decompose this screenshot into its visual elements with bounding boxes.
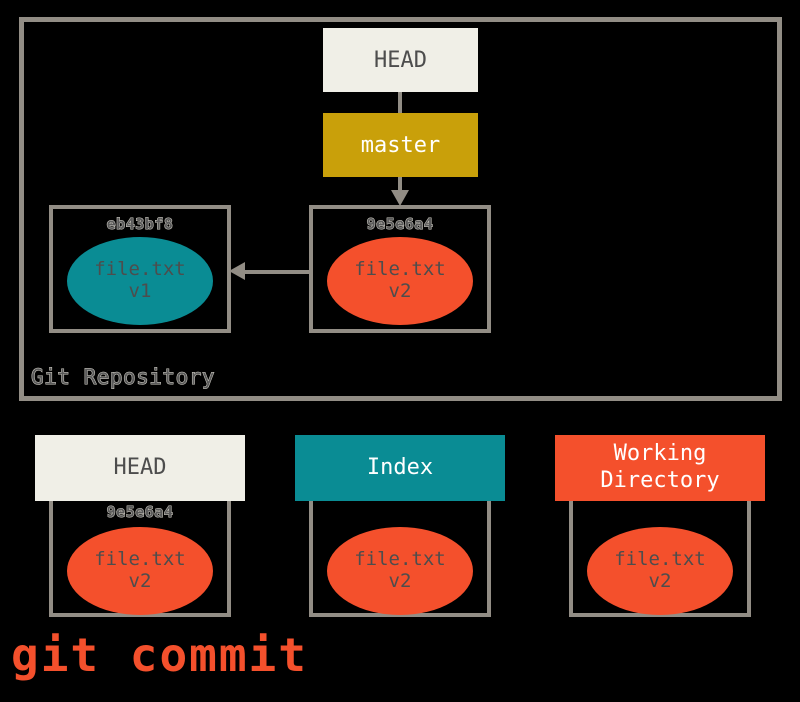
commit-box-9e5e6a4[interactable]: 9e5e6a4 file.txt v2: [309, 205, 491, 333]
blob-filename: file.txt: [94, 258, 186, 281]
commit-hash-label: 9e5e6a4: [366, 215, 434, 234]
panel-body-working-directory: file.txt v2: [569, 501, 751, 617]
head-ref-label: HEAD: [374, 47, 427, 73]
panel-body-index: file.txt v2: [309, 501, 491, 617]
commit-hash-label: eb43bf8: [106, 215, 174, 234]
panel-title-line2: Directory: [600, 468, 720, 493]
command-caption: git commit: [11, 628, 308, 682]
arrow-left-icon: [229, 262, 245, 280]
panel-title-line1: Working: [613, 441, 707, 467]
panel-body-head: 9e5e6a4 file.txt v2: [49, 501, 231, 617]
panel-header-working-directory[interactable]: Working Directory: [555, 435, 765, 501]
blob-file-v2: file.txt v2: [327, 237, 473, 325]
commit-box-eb43bf8[interactable]: eb43bf8 file.txt v1: [49, 205, 231, 333]
arrow-down-icon: [391, 190, 409, 206]
blob-version: v1: [128, 280, 152, 302]
blob-version: v2: [388, 280, 412, 302]
blob-file-v2: file.txt v2: [587, 527, 733, 615]
panel-header-head[interactable]: HEAD: [35, 435, 245, 501]
commit-parent-connector: [245, 270, 311, 274]
blob-filename: file.txt: [354, 258, 446, 281]
panel-title: HEAD: [113, 454, 167, 480]
blob-filename: file.txt: [354, 548, 446, 571]
blob-filename: file.txt: [94, 548, 186, 571]
panel-header-index[interactable]: Index: [295, 435, 505, 501]
master-ref-box[interactable]: master: [323, 113, 478, 177]
git-repository-label: Git Repository: [30, 365, 216, 390]
blob-file-v2: file.txt v2: [327, 527, 473, 615]
head-ref-box[interactable]: HEAD: [323, 28, 478, 92]
panel-title: Index: [366, 454, 434, 480]
blob-version: v2: [128, 570, 152, 592]
blob-file-v1: file.txt v1: [67, 237, 213, 325]
panel-hash-label: 9e5e6a4: [106, 503, 174, 522]
blob-filename: file.txt: [614, 548, 706, 571]
blob-version: v2: [388, 570, 412, 592]
blob-file-v2: file.txt v2: [67, 527, 213, 615]
master-ref-label: master: [360, 132, 441, 158]
diagram-canvas: Git Repository HEAD master eb43bf8 file.…: [0, 0, 800, 702]
head-to-master-connector: [398, 92, 402, 115]
blob-version: v2: [648, 570, 672, 592]
